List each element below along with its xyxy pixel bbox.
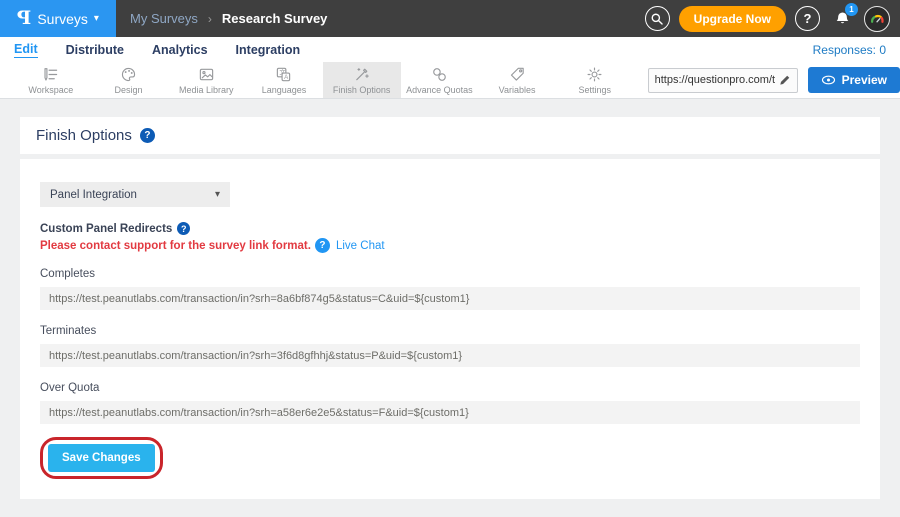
page-title: Finish Options: [36, 127, 132, 144]
edit-pencil-icon[interactable]: [779, 74, 791, 86]
notification-count-badge: 1: [845, 3, 858, 16]
panel-type-selected-value: Panel Integration: [50, 189, 137, 201]
live-chat-link[interactable]: Live Chat: [336, 240, 385, 252]
finish-options-panel: Panel Integration ▾ Custom Panel Redirec…: [20, 159, 880, 499]
gauge-avatar-icon: [867, 9, 887, 29]
custom-panel-redirects-help-icon[interactable]: ?: [177, 222, 190, 235]
dropdown-caret-icon: ▾: [215, 190, 220, 200]
header-actions: Upgrade Now ? 1: [645, 0, 900, 37]
palette-icon: [120, 66, 137, 83]
completes-label: Completes: [40, 268, 860, 280]
terminates-url-input[interactable]: https://test.peanutlabs.com/transaction/…: [40, 344, 860, 367]
tab-edit[interactable]: Edit: [14, 42, 38, 58]
chevron-down-icon: ▾: [94, 14, 99, 24]
breadcrumb-current-survey: Research Survey: [222, 11, 328, 26]
upgrade-now-button[interactable]: Upgrade Now: [679, 6, 786, 32]
notifications-button[interactable]: 1: [829, 6, 855, 32]
tab-integration[interactable]: Integration: [236, 43, 301, 57]
panel-type-dropdown[interactable]: Panel Integration ▾: [40, 182, 230, 207]
section-title: Custom Panel Redirects: [40, 223, 172, 235]
help-button[interactable]: ?: [795, 6, 820, 31]
breadcrumb-my-surveys[interactable]: My Surveys: [130, 11, 198, 26]
search-button[interactable]: [645, 6, 670, 31]
over-quota-url-input[interactable]: https://test.peanutlabs.com/transaction/…: [40, 401, 860, 424]
red-highlight-annotation: Save Changes: [40, 437, 163, 479]
top-header-bar: P Surveys ▾ My Surveys › Research Survey…: [0, 0, 900, 37]
custom-panel-redirects-header: Custom Panel Redirects ?: [40, 222, 860, 235]
toolbar-item-variables[interactable]: Variables: [478, 62, 556, 98]
completes-field-group: Completes https://test.peanutlabs.com/tr…: [40, 268, 860, 310]
tag-icon: [509, 66, 526, 83]
user-avatar[interactable]: [864, 6, 890, 32]
tab-analytics[interactable]: Analytics: [152, 43, 208, 57]
image-icon: [198, 66, 215, 83]
finish-options-help-icon[interactable]: ?: [140, 128, 155, 143]
toolbar-item-finish-options[interactable]: Finish Options: [323, 62, 401, 98]
live-chat-icon[interactable]: ?: [315, 238, 330, 253]
save-changes-button[interactable]: Save Changes: [48, 444, 155, 472]
terminates-field-group: Terminates https://test.peanutlabs.com/t…: [40, 325, 860, 367]
survey-url-field[interactable]: https://questionpro.com/t/A: [648, 68, 798, 93]
workspace-icon: [42, 66, 59, 83]
preview-label: Preview: [842, 73, 887, 87]
preview-button[interactable]: Preview: [808, 67, 900, 93]
toolbar-item-languages[interactable]: 文 A Languages: [245, 62, 323, 98]
breadcrumb-separator: ›: [208, 12, 212, 26]
questionpro-logo-icon: P: [17, 9, 31, 28]
terminates-label: Terminates: [40, 325, 860, 337]
translate-icon: 文 A: [275, 66, 292, 83]
toolbar-item-advance-quotas[interactable]: Advance Quotas: [401, 62, 479, 98]
support-notice-text: Please contact support for the survey li…: [40, 240, 311, 252]
chain-links-icon: [431, 66, 448, 83]
toolbar-item-workspace[interactable]: Workspace: [12, 62, 90, 98]
toolbar-item-media-library[interactable]: Media Library: [167, 62, 245, 98]
product-menu[interactable]: P Surveys ▾: [0, 0, 116, 37]
support-notice-row: Please contact support for the survey li…: [40, 238, 860, 253]
edit-toolbar: Workspace Design Media Library 文 A Langu…: [0, 62, 900, 99]
magic-wand-icon: [353, 66, 370, 83]
product-menu-label: Surveys: [37, 11, 88, 27]
survey-nav: Edit Distribute Analytics Integration Re…: [0, 37, 900, 62]
question-mark-icon: ?: [804, 11, 812, 26]
breadcrumb: My Surveys › Research Survey: [116, 0, 327, 37]
completes-url-input[interactable]: https://test.peanutlabs.com/transaction/…: [40, 287, 860, 310]
eye-icon: [821, 74, 836, 86]
survey-url-text: https://questionpro.com/t/A: [655, 74, 775, 86]
over-quota-label: Over Quota: [40, 382, 860, 394]
over-quota-field-group: Over Quota https://test.peanutlabs.com/t…: [40, 382, 860, 424]
tab-distribute[interactable]: Distribute: [66, 43, 124, 57]
search-icon: [650, 12, 664, 26]
toolbar-item-settings[interactable]: Settings: [556, 62, 634, 98]
responses-count[interactable]: Responses: 0: [813, 43, 886, 57]
toolbar-item-design[interactable]: Design: [90, 62, 168, 98]
page-heading-strip: Finish Options ?: [20, 117, 880, 154]
gear-icon: [586, 66, 603, 83]
